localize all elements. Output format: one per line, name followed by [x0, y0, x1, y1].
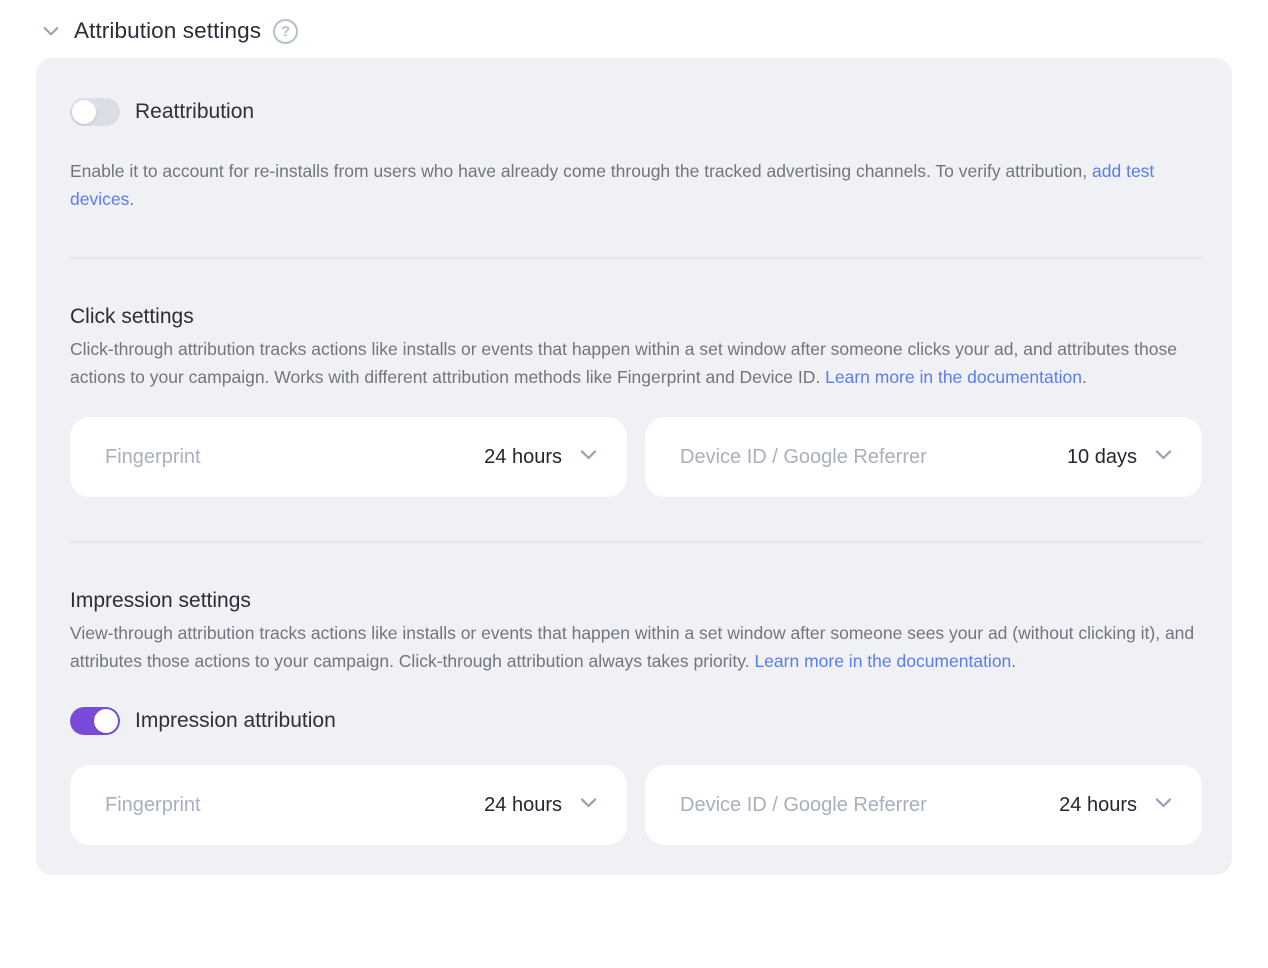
impression-attribution-row: Impression attribution	[70, 707, 1202, 735]
click-settings-description: Click-through attribution tracks actions…	[70, 335, 1202, 391]
select-label: Fingerprint	[105, 446, 484, 469]
chevron-down-icon	[1153, 444, 1174, 470]
impression-settings-title: Impression settings	[70, 589, 1202, 613]
chevron-down-icon	[578, 444, 599, 470]
reattribution-description: Enable it to account for re-installs fro…	[70, 157, 1202, 213]
attribution-settings-page: Attribution settings ? Reattribution Ena…	[0, 0, 1268, 968]
page-title: Attribution settings	[74, 18, 261, 44]
select-value: 24 hours	[484, 446, 562, 469]
chevron-down-icon	[1153, 792, 1174, 818]
select-label: Device ID / Google Referrer	[680, 446, 1067, 469]
sentence-period: .	[1011, 651, 1016, 671]
click-settings-selects: Fingerprint 24 hours Device ID / Google …	[70, 417, 1202, 497]
impression-settings-description-text: View-through attribution tracks actions …	[70, 623, 1194, 671]
sentence-period: .	[129, 189, 134, 209]
select-label: Fingerprint	[105, 794, 484, 817]
divider	[70, 257, 1202, 259]
toggle-knob	[72, 100, 96, 124]
select-value: 24 hours	[484, 794, 562, 817]
select-value: 10 days	[1067, 446, 1137, 469]
reattribution-row: Reattribution	[70, 98, 1202, 126]
click-settings-docs-link[interactable]: Learn more in the documentation	[825, 367, 1082, 387]
reattribution-toggle[interactable]	[70, 98, 120, 126]
impression-attribution-toggle[interactable]	[70, 707, 120, 735]
impression-settings-description: View-through attribution tracks actions …	[70, 619, 1202, 675]
impression-settings-docs-link[interactable]: Learn more in the documentation	[754, 651, 1011, 671]
chevron-down-icon	[578, 792, 599, 818]
select-label: Device ID / Google Referrer	[680, 794, 1059, 817]
help-icon[interactable]: ?	[273, 19, 298, 44]
click-fingerprint-select[interactable]: Fingerprint 24 hours	[70, 417, 627, 497]
click-deviceid-select[interactable]: Device ID / Google Referrer 10 days	[645, 417, 1202, 497]
sentence-period: .	[1082, 367, 1087, 387]
section-header: Attribution settings ?	[36, 14, 1232, 58]
reattribution-description-text: Enable it to account for re-installs fro…	[70, 161, 1092, 181]
divider	[70, 541, 1202, 543]
chevron-down-icon[interactable]	[40, 20, 62, 42]
select-value: 24 hours	[1059, 794, 1137, 817]
impression-fingerprint-select[interactable]: Fingerprint 24 hours	[70, 765, 627, 845]
impression-settings-selects: Fingerprint 24 hours Device ID / Google …	[70, 765, 1202, 845]
impression-attribution-label: Impression attribution	[135, 709, 336, 733]
toggle-knob	[94, 709, 118, 733]
reattribution-label: Reattribution	[135, 100, 254, 124]
click-settings-title: Click settings	[70, 305, 1202, 329]
attribution-settings-card: Reattribution Enable it to account for r…	[36, 58, 1232, 875]
impression-deviceid-select[interactable]: Device ID / Google Referrer 24 hours	[645, 765, 1202, 845]
